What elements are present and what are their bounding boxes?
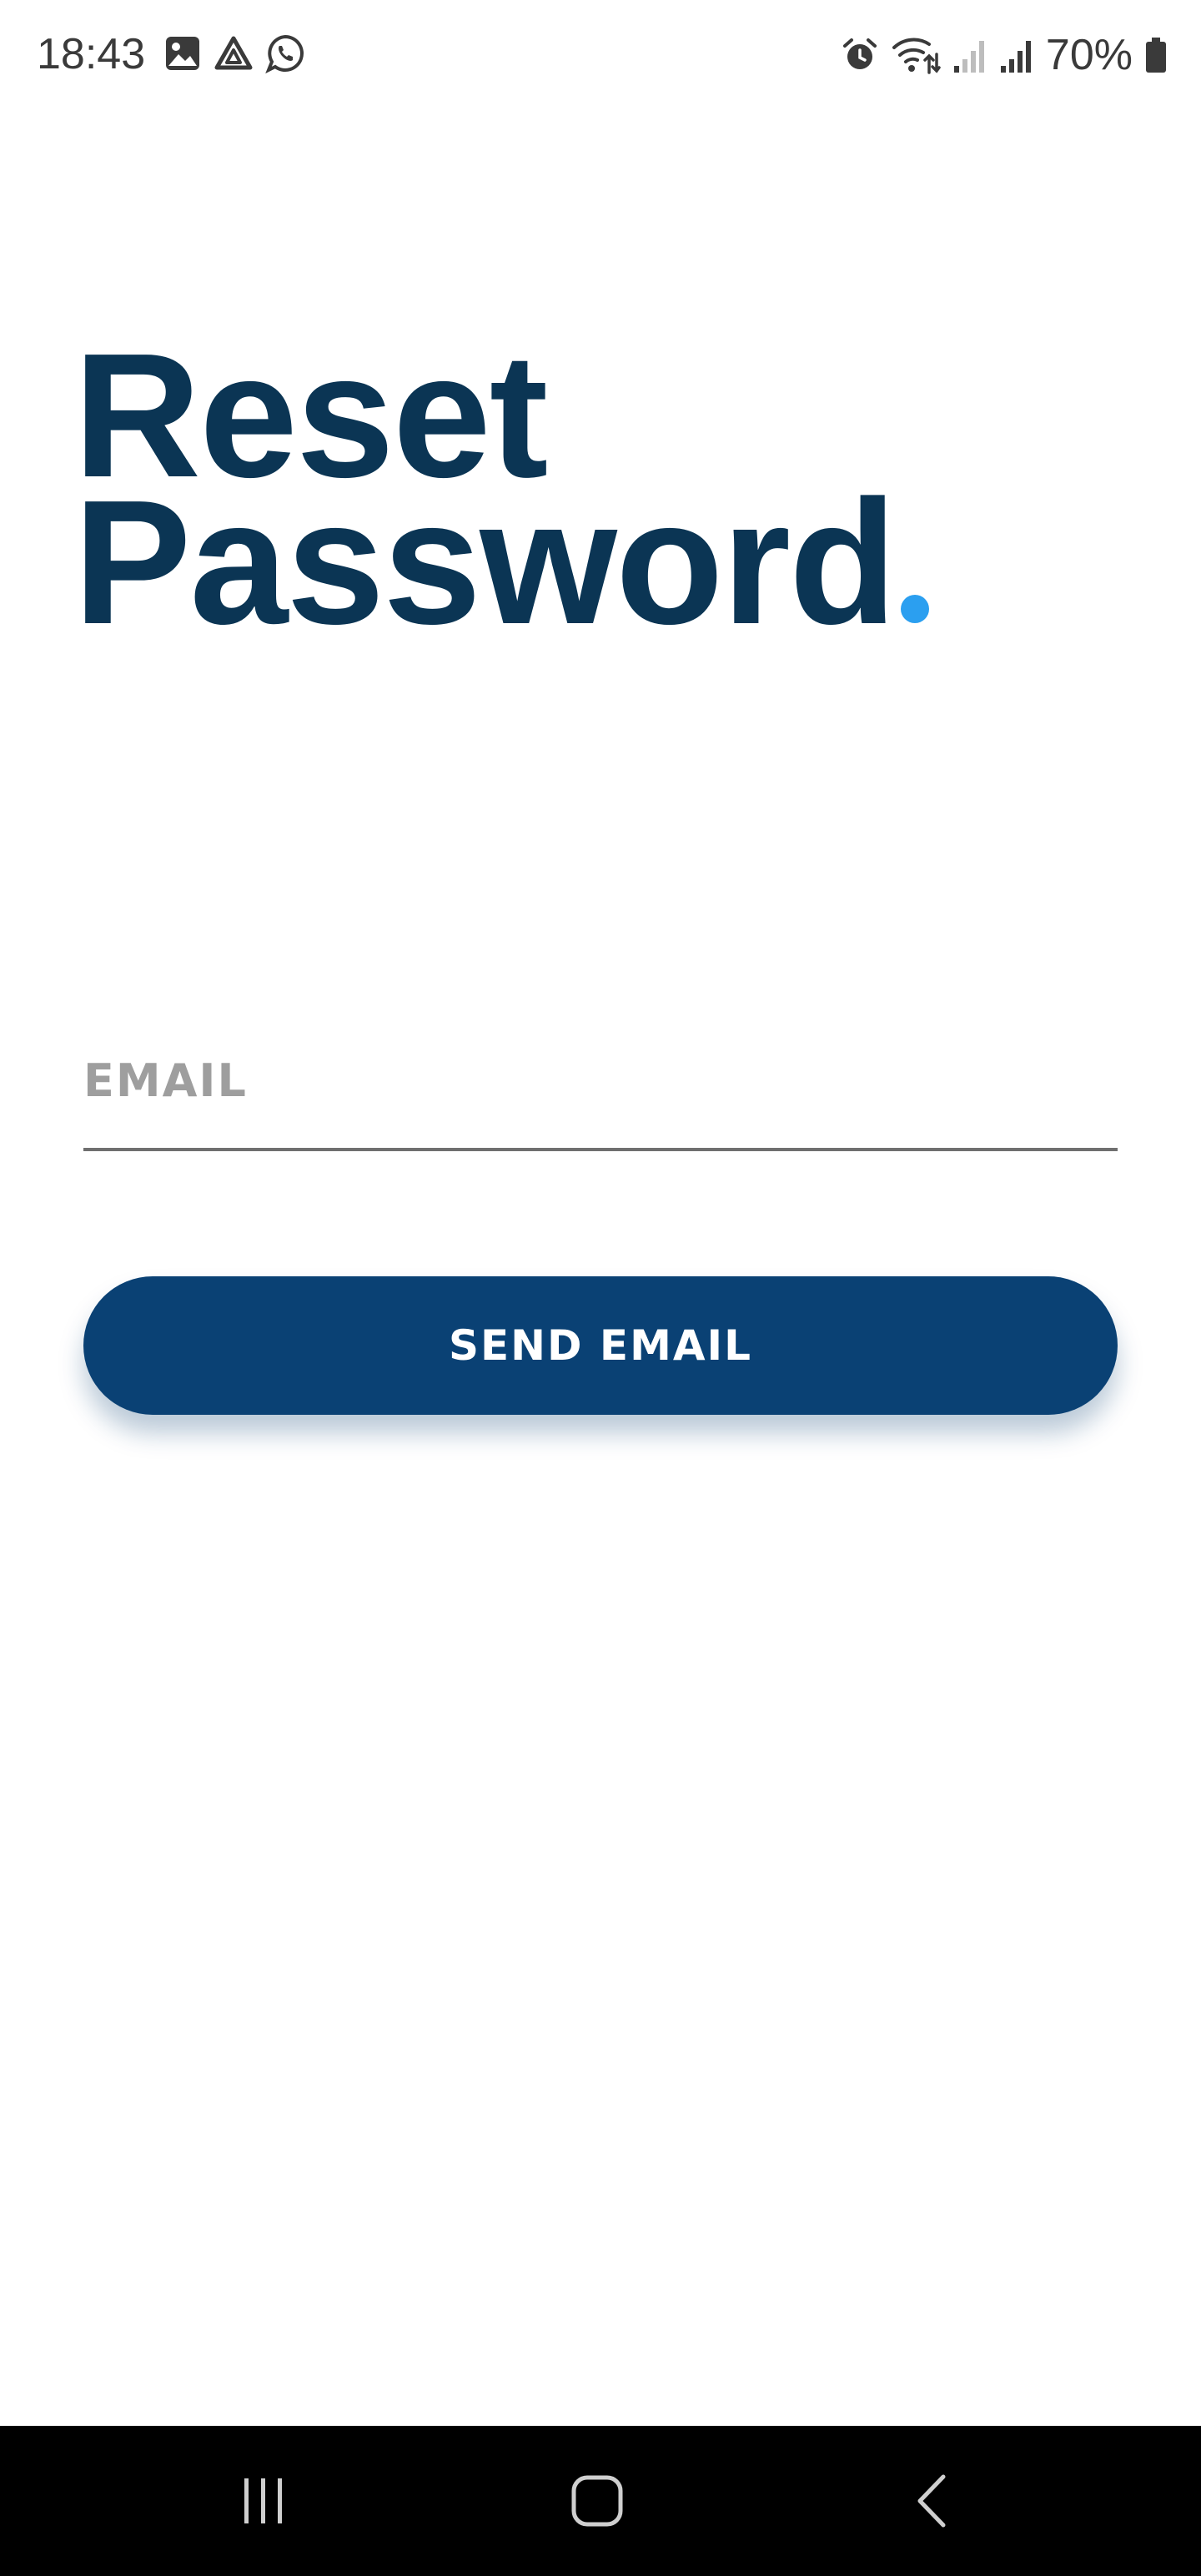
reset-password-screen: 18:43 70% Reset Password EMAIL SEND EMAI…: [0, 0, 1201, 2576]
status-bar: 18:43 70%: [0, 0, 1201, 108]
wifi-icon: [891, 34, 941, 76]
drive-icon: [214, 34, 254, 73]
recents-button[interactable]: [214, 2459, 314, 2543]
battery-icon: [1144, 36, 1168, 74]
gallery-icon: [163, 34, 202, 73]
notification-icons: [163, 33, 305, 73]
system-icons: 70%: [841, 30, 1168, 80]
home-button[interactable]: [547, 2459, 647, 2543]
battery-percent: 70%: [1045, 31, 1133, 79]
home-icon: [571, 2475, 623, 2527]
back-icon: [917, 2474, 946, 2528]
accent-dot: [900, 595, 929, 623]
alarm-icon: [841, 36, 879, 74]
whatsapp-icon: [265, 33, 305, 73]
signal-icon: [999, 36, 1034, 74]
page-title: Reset Password: [73, 327, 929, 651]
title-line-2-wrapper: Password: [73, 474, 929, 651]
send-email-button[interactable]: SEND EMAIL: [83, 1276, 1118, 1415]
email-input[interactable]: [83, 1026, 1118, 1151]
signal-weak-icon: [952, 36, 987, 74]
navigation-bar: [0, 2426, 1201, 2576]
title-line-2: Password: [73, 463, 897, 661]
status-time: 18:43: [37, 30, 146, 78]
recents-icon: [244, 2478, 282, 2523]
back-button[interactable]: [884, 2459, 984, 2543]
